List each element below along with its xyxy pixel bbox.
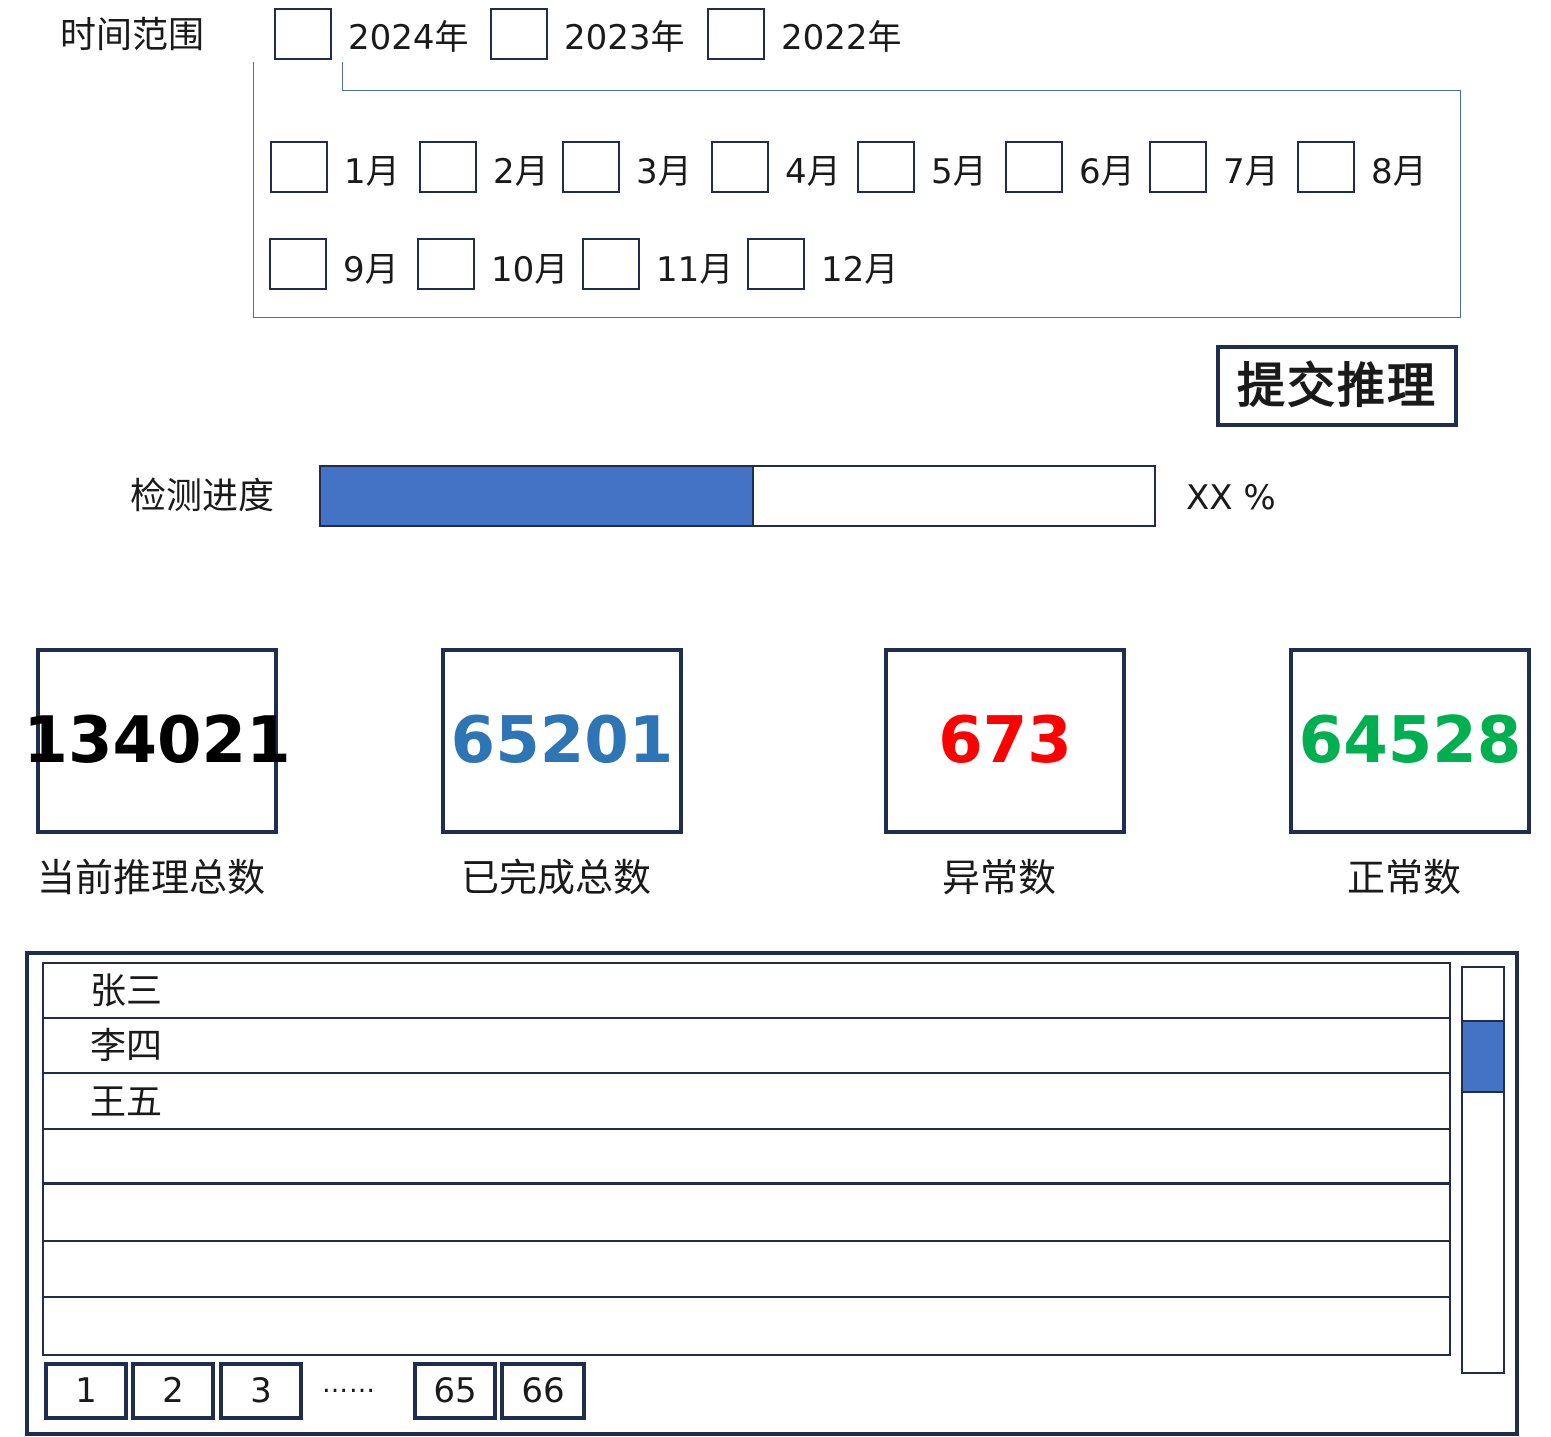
month-8-checkbox[interactable] <box>1297 141 1355 193</box>
month-10-label: 10月 <box>491 250 569 290</box>
month-5-checkbox[interactable] <box>857 141 915 193</box>
list-scrollbar[interactable] <box>1461 966 1505 1374</box>
month-6-checkbox[interactable] <box>1005 141 1063 193</box>
submit-inference-button[interactable]: 提交推理 <box>1216 345 1458 427</box>
year-2022-label: 2022年 <box>781 18 902 58</box>
list-item[interactable] <box>44 1299 1449 1354</box>
month-7-label: 7月 <box>1223 152 1279 192</box>
stat-total-value: 134021 <box>23 704 291 778</box>
list-item[interactable]: 张三 <box>44 964 1449 1019</box>
month-5-label: 5月 <box>931 152 987 192</box>
year-2023-label: 2023年 <box>564 18 685 58</box>
list-item[interactable]: 李四 <box>44 1019 1449 1074</box>
list-item[interactable] <box>44 1243 1449 1298</box>
page-button-65[interactable]: 65 <box>413 1362 497 1420</box>
list-item-name: 李四 <box>90 1026 163 1067</box>
month-9-label: 9月 <box>343 250 399 290</box>
month-2-label: 2月 <box>493 152 549 192</box>
list-item[interactable] <box>44 1130 1449 1185</box>
month-3-label: 3月 <box>636 152 692 192</box>
year-2022-checkbox[interactable] <box>707 8 765 60</box>
month-10-checkbox[interactable] <box>417 238 475 290</box>
month-panel-connector <box>253 62 254 92</box>
month-11-checkbox[interactable] <box>582 238 640 290</box>
month-6-label: 6月 <box>1079 152 1135 192</box>
month-1-checkbox[interactable] <box>270 141 328 193</box>
month-9-checkbox[interactable] <box>269 238 327 290</box>
progress-bar-fill <box>321 467 755 525</box>
month-4-checkbox[interactable] <box>711 141 769 193</box>
pagination-ellipsis: …… <box>322 1369 376 1399</box>
stat-abnormal-box: 673 <box>884 648 1126 834</box>
page-button-66[interactable]: 66 <box>500 1362 586 1420</box>
stat-completed-box: 65201 <box>441 648 683 834</box>
list-item-name: 王五 <box>90 1082 163 1123</box>
list-item[interactable]: 王五 <box>44 1075 1449 1130</box>
stat-normal-value: 64528 <box>1298 704 1522 778</box>
list-item-name: 张三 <box>90 971 163 1012</box>
scrollbar-thumb[interactable] <box>1463 1020 1503 1093</box>
list-item[interactable] <box>44 1187 1449 1242</box>
progress-label: 检测进度 <box>130 476 275 517</box>
stat-abnormal-value: 673 <box>938 704 1072 778</box>
month-3-checkbox[interactable] <box>562 141 620 193</box>
page-button-3[interactable]: 3 <box>219 1362 303 1420</box>
progress-bar <box>319 465 1156 527</box>
result-list: 张三 李四 王五 <box>42 962 1451 1356</box>
month-4-label: 4月 <box>785 152 841 192</box>
month-12-label: 12月 <box>821 250 899 290</box>
month-11-label: 11月 <box>656 250 734 290</box>
stat-normal-box: 64528 <box>1289 648 1531 834</box>
month-1-label: 1月 <box>344 152 400 192</box>
time-range-label: 时间范围 <box>60 15 205 56</box>
month-8-label: 8月 <box>1371 152 1427 192</box>
month-panel-connector <box>342 62 343 91</box>
progress-percent: XX % <box>1186 478 1276 518</box>
page-button-1[interactable]: 1 <box>44 1362 128 1420</box>
year-2024-label: 2024年 <box>348 18 469 58</box>
month-12-checkbox[interactable] <box>747 238 805 290</box>
month-2-checkbox[interactable] <box>419 141 477 193</box>
stat-total-box: 134021 <box>23 648 291 834</box>
year-2024-checkbox[interactable] <box>274 8 332 60</box>
stat-normal-label: 正常数 <box>1346 856 1461 900</box>
year-2023-checkbox[interactable] <box>490 8 548 60</box>
month-7-checkbox[interactable] <box>1149 141 1207 193</box>
stat-completed-value: 65201 <box>450 704 674 778</box>
stat-total-label: 当前推理总数 <box>36 856 265 900</box>
page-button-2[interactable]: 2 <box>131 1362 215 1420</box>
stat-completed-label: 已完成总数 <box>460 856 651 900</box>
stat-abnormal-label: 异常数 <box>941 856 1056 900</box>
